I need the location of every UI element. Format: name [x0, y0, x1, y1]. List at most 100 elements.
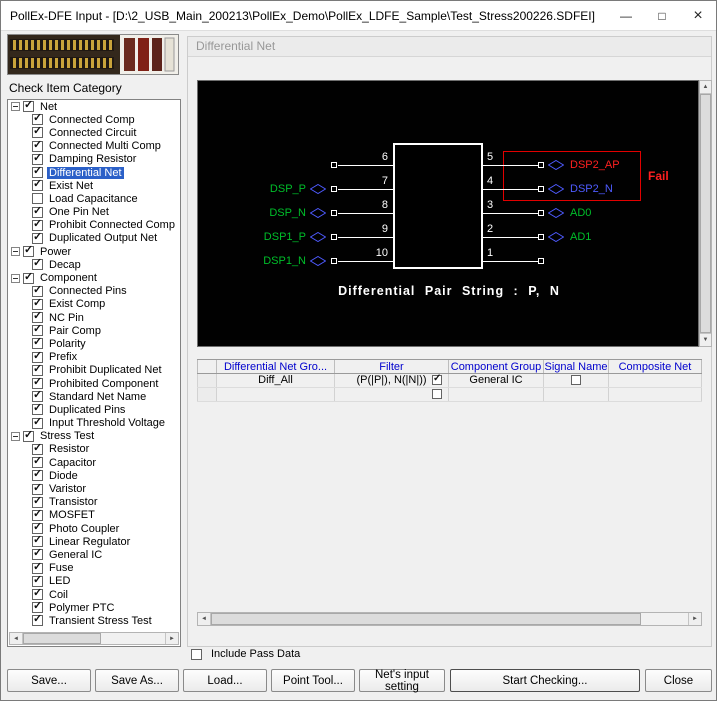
tree-item-transient-stress-test[interactable]: Transient Stress Test: [8, 614, 180, 627]
tree-item-polymer-ptc[interactable]: Polymer PTC: [8, 601, 180, 614]
tree-item-transistor[interactable]: Transistor: [8, 496, 180, 509]
tree-item-connected-comp[interactable]: Connected Comp: [8, 113, 180, 126]
checkbox[interactable]: [32, 576, 43, 587]
tree-item-standard-net-name[interactable]: Standard Net Name: [8, 390, 180, 403]
checkbox[interactable]: [23, 431, 34, 442]
tree-item-coil[interactable]: Coil: [8, 588, 180, 601]
close-icon[interactable]: ×: [680, 1, 716, 31]
signal-name-checkbox[interactable]: [571, 375, 581, 385]
checkbox[interactable]: [32, 141, 43, 152]
checkbox[interactable]: [32, 193, 43, 204]
checkbox[interactable]: [32, 615, 43, 626]
checkbox[interactable]: [32, 391, 43, 402]
tree-item-component[interactable]: Component: [8, 271, 180, 284]
column-header[interactable]: Signal Name: [544, 360, 609, 373]
checkbox[interactable]: [32, 312, 43, 323]
tree-item-prohibited-component[interactable]: Prohibited Component: [8, 377, 180, 390]
checkbox[interactable]: [32, 484, 43, 495]
tree-item-net[interactable]: Net: [8, 100, 180, 113]
checkbox[interactable]: [32, 167, 43, 178]
column-header[interactable]: Differential Net Gro...: [217, 360, 335, 373]
tree-item-stress-test[interactable]: Stress Test: [8, 430, 180, 443]
tree-item-damping-resistor[interactable]: Damping Resistor: [8, 153, 180, 166]
checkbox[interactable]: [32, 378, 43, 389]
tree-item-differential-net[interactable]: Differential Net: [8, 166, 180, 179]
tree-item-varistor[interactable]: Varistor: [8, 482, 180, 495]
tree-item-general-ic[interactable]: General IC: [8, 548, 180, 561]
checkbox[interactable]: [32, 207, 43, 218]
load-button[interactable]: Load...: [183, 669, 267, 692]
collapse-icon[interactable]: [11, 102, 20, 111]
checkbox[interactable]: [32, 602, 43, 613]
column-header[interactable]: Component Group: [449, 360, 544, 373]
scrollbar-track[interactable]: [641, 613, 688, 625]
tree-item-connected-pins[interactable]: Connected Pins: [8, 285, 180, 298]
checkbox[interactable]: [32, 418, 43, 429]
column-header[interactable]: Filter: [335, 360, 449, 373]
tree-item-power[interactable]: Power: [8, 245, 180, 258]
checkbox[interactable]: [23, 273, 34, 284]
table-row[interactable]: [197, 388, 702, 402]
minimize-icon[interactable]: —: [608, 1, 644, 31]
save-button[interactable]: Save...: [7, 669, 91, 692]
scrollbar-track[interactable]: [101, 633, 165, 644]
filter-checkbox[interactable]: [432, 389, 442, 399]
column-header[interactable]: Composite Net: [609, 360, 702, 373]
scrollbar-thumb[interactable]: [211, 613, 641, 625]
checkbox[interactable]: [32, 563, 43, 574]
point-tool-button[interactable]: Point Tool...: [271, 669, 355, 692]
checkbox[interactable]: [32, 404, 43, 415]
checkbox[interactable]: [32, 180, 43, 191]
table-row[interactable]: Diff_All(P(|P|), N(|N|))General IC: [197, 374, 702, 388]
checkbox[interactable]: [32, 444, 43, 455]
checkbox[interactable]: [32, 365, 43, 376]
filter-checkbox[interactable]: [432, 375, 442, 385]
tree-item-nc-pin[interactable]: NC Pin: [8, 311, 180, 324]
tree-item-connected-circuit[interactable]: Connected Circuit: [8, 126, 180, 139]
collapse-icon[interactable]: [11, 247, 20, 256]
scroll-left-icon[interactable]: ◄: [198, 613, 211, 625]
check-item-tree[interactable]: NetConnected CompConnected Circuit Connec…: [7, 99, 181, 647]
scroll-right-icon[interactable]: ►: [688, 613, 701, 625]
checkbox[interactable]: [32, 325, 43, 336]
scroll-right-icon[interactable]: ►: [165, 633, 178, 644]
tree-item-pair-comp[interactable]: Pair Comp: [8, 324, 180, 337]
checkbox[interactable]: [32, 127, 43, 138]
save-as-button[interactable]: Save As...: [95, 669, 179, 692]
collapse-icon[interactable]: [11, 274, 20, 283]
tree-item-one-pin-net[interactable]: One Pin Net: [8, 206, 180, 219]
checkbox[interactable]: [32, 470, 43, 481]
checkbox[interactable]: [32, 220, 43, 231]
checkbox[interactable]: [32, 154, 43, 165]
tree-item-exist-net[interactable]: Exist Net: [8, 179, 180, 192]
checkbox[interactable]: [32, 536, 43, 547]
checkbox[interactable]: [32, 114, 43, 125]
tree-item-led[interactable]: LED: [8, 575, 180, 588]
nets-input-setting-button[interactable]: Net's input setting: [359, 669, 445, 692]
tree-item-input-threshold-voltage[interactable]: Input Threshold Voltage: [8, 417, 180, 430]
tree-item-fuse[interactable]: Fuse: [8, 562, 180, 575]
checkbox[interactable]: [32, 510, 43, 521]
tree-item-prohibit-duplicated-net[interactable]: Prohibit Duplicated Net: [8, 364, 180, 377]
table-horizontal-scrollbar[interactable]: ◄ ►: [197, 612, 702, 626]
checkbox[interactable]: [32, 338, 43, 349]
checkbox[interactable]: [32, 286, 43, 297]
tree-item-duplicated-output-net[interactable]: Duplicated Output Net: [8, 232, 180, 245]
include-pass-checkbox[interactable]: [191, 649, 202, 660]
tree-horizontal-scrollbar[interactable]: ◄ ►: [9, 632, 179, 645]
tree-item-prefix[interactable]: Prefix: [8, 351, 180, 364]
checkbox[interactable]: [23, 101, 34, 112]
canvas-vertical-scrollbar[interactable]: ▲ ▼: [699, 80, 712, 347]
tree-item-diode[interactable]: Diode: [8, 469, 180, 482]
tree-item-load-capacitance[interactable]: Load Capacitance: [8, 192, 180, 205]
scroll-up-icon[interactable]: ▲: [700, 81, 711, 94]
tree-item-prohibit-connected-comp[interactable]: Prohibit Connected Comp: [8, 219, 180, 232]
scrollbar-thumb[interactable]: [700, 94, 711, 333]
checkbox[interactable]: [32, 523, 43, 534]
collapse-icon[interactable]: [11, 432, 20, 441]
checkbox[interactable]: [32, 259, 43, 270]
tree-item-polarity[interactable]: Polarity: [8, 337, 180, 350]
tree-item-photo-coupler[interactable]: Photo Coupler: [8, 522, 180, 535]
scroll-left-icon[interactable]: ◄: [10, 633, 23, 644]
tree-item-linear-regulator[interactable]: Linear Regulator: [8, 535, 180, 548]
